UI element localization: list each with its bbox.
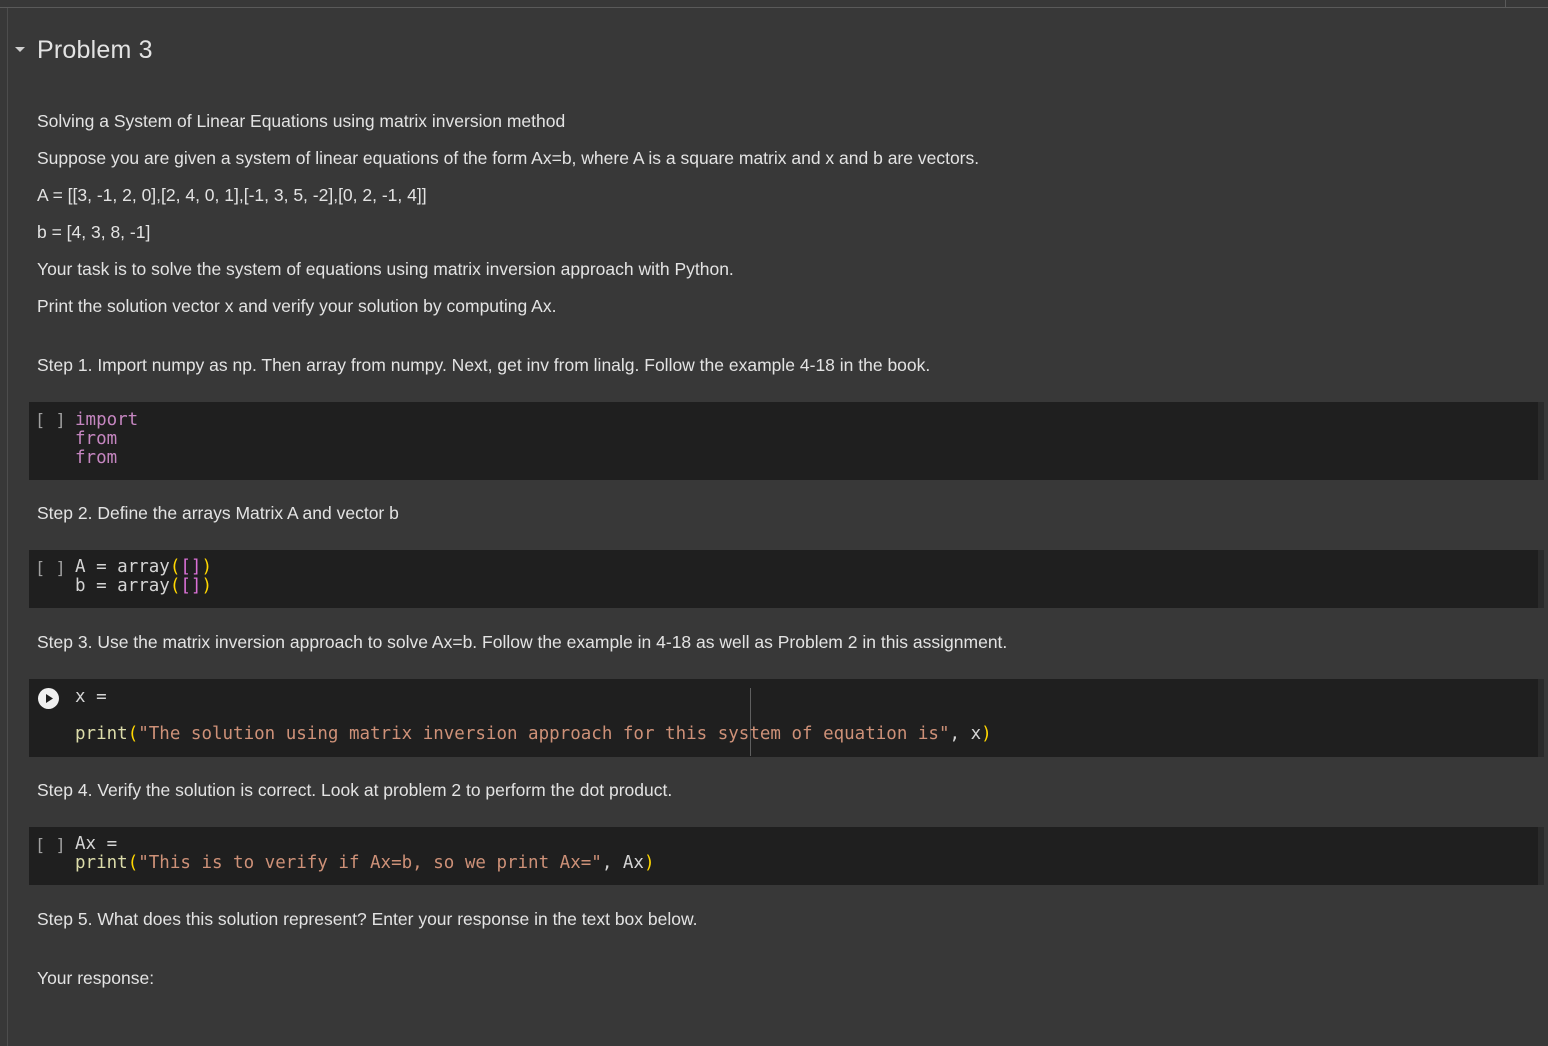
top-border-divider: [1505, 0, 1506, 8]
step-2-text: Step 2. Define the arrays Matrix A and v…: [37, 503, 399, 523]
code-cell-3[interactable]: x = print("The solution using matrix inv…: [29, 679, 1544, 757]
code-text: A =: [75, 557, 118, 577]
cell-edge: [1538, 550, 1544, 608]
code-text: b =: [75, 576, 118, 596]
caret-down-icon[interactable]: [12, 42, 28, 58]
code-function: array: [117, 576, 170, 596]
intro-description: Suppose you are given a system of linear…: [37, 148, 980, 168]
code-paren: (: [127, 853, 139, 873]
code-string: "This is to verify if Ax=b, so we print …: [138, 853, 602, 873]
code-text: , Ax: [601, 853, 644, 873]
text-cursor: [750, 688, 751, 756]
step-1-text: Step 1. Import numpy as np. Then array f…: [37, 355, 931, 375]
code-editor[interactable]: x =: [75, 688, 107, 707]
run-cell-button[interactable]: [ ]: [35, 559, 66, 579]
code-bracket: []: [180, 557, 202, 577]
code-paren: (: [169, 557, 181, 577]
intro-heading: Solving a System of Linear Equations usi…: [37, 111, 566, 131]
code-text: , x: [949, 724, 982, 744]
code-editor[interactable]: import from from: [75, 411, 138, 468]
code-keyword: import: [75, 410, 139, 430]
print-instruction-text: Print the solution vector x and verify y…: [37, 296, 557, 316]
code-bracket: []: [180, 576, 202, 596]
code-paren: (: [169, 576, 181, 596]
step-3-text: Step 3. Use the matrix inversion approac…: [37, 632, 1008, 652]
code-function: print: [75, 724, 128, 744]
code-keyword: from: [75, 429, 118, 449]
code-text: x =: [75, 687, 107, 707]
code-paren: ): [643, 853, 655, 873]
play-icon[interactable]: [38, 688, 59, 709]
code-cell-1[interactable]: [ ] import from from: [29, 402, 1544, 480]
code-paren: (: [127, 724, 139, 744]
code-function: print: [75, 853, 128, 873]
code-editor[interactable]: A = array([]) b = array([]): [75, 558, 212, 596]
run-cell-button[interactable]: [ ]: [35, 836, 66, 856]
cell-edge: [1538, 402, 1544, 480]
section-title: Problem 3: [37, 35, 153, 64]
cell-edge: [1538, 679, 1544, 757]
code-function: array: [117, 557, 170, 577]
code-paren: ): [201, 576, 213, 596]
cell-edge: [1538, 827, 1544, 885]
step-5-text: Step 5. What does this solution represen…: [37, 909, 698, 929]
code-editor[interactable]: Ax = print("This is to verify if Ax=b, s…: [75, 835, 655, 873]
run-cell-button[interactable]: [ ]: [35, 411, 66, 431]
code-paren: ): [201, 557, 213, 577]
code-text: Ax =: [75, 834, 118, 854]
code-line-print[interactable]: print("The solution using matrix inversi…: [75, 725, 992, 744]
code-cell-4[interactable]: [ ] Ax = print("This is to verify if Ax=…: [29, 827, 1544, 885]
vector-b-text: b = [4, 3, 8, -1]: [37, 222, 151, 242]
code-string: "The solution using matrix inversion app…: [138, 724, 950, 744]
task-text: Your task is to solve the system of equa…: [37, 259, 734, 279]
section-left-border: [7, 8, 8, 1046]
response-label: Your response:: [37, 968, 155, 988]
matrix-a-text: A = [[3, -1, 2, 0],[2, 4, 0, 1],[-1, 3, …: [37, 185, 427, 205]
notebook-top-border: [0, 0, 1548, 8]
step-4-text: Step 4. Verify the solution is correct. …: [37, 780, 673, 800]
code-cell-2[interactable]: [ ] A = array([]) b = array([]): [29, 550, 1544, 608]
code-keyword: from: [75, 448, 118, 468]
code-paren: ): [981, 724, 992, 744]
section-header: Problem 3: [12, 30, 153, 70]
